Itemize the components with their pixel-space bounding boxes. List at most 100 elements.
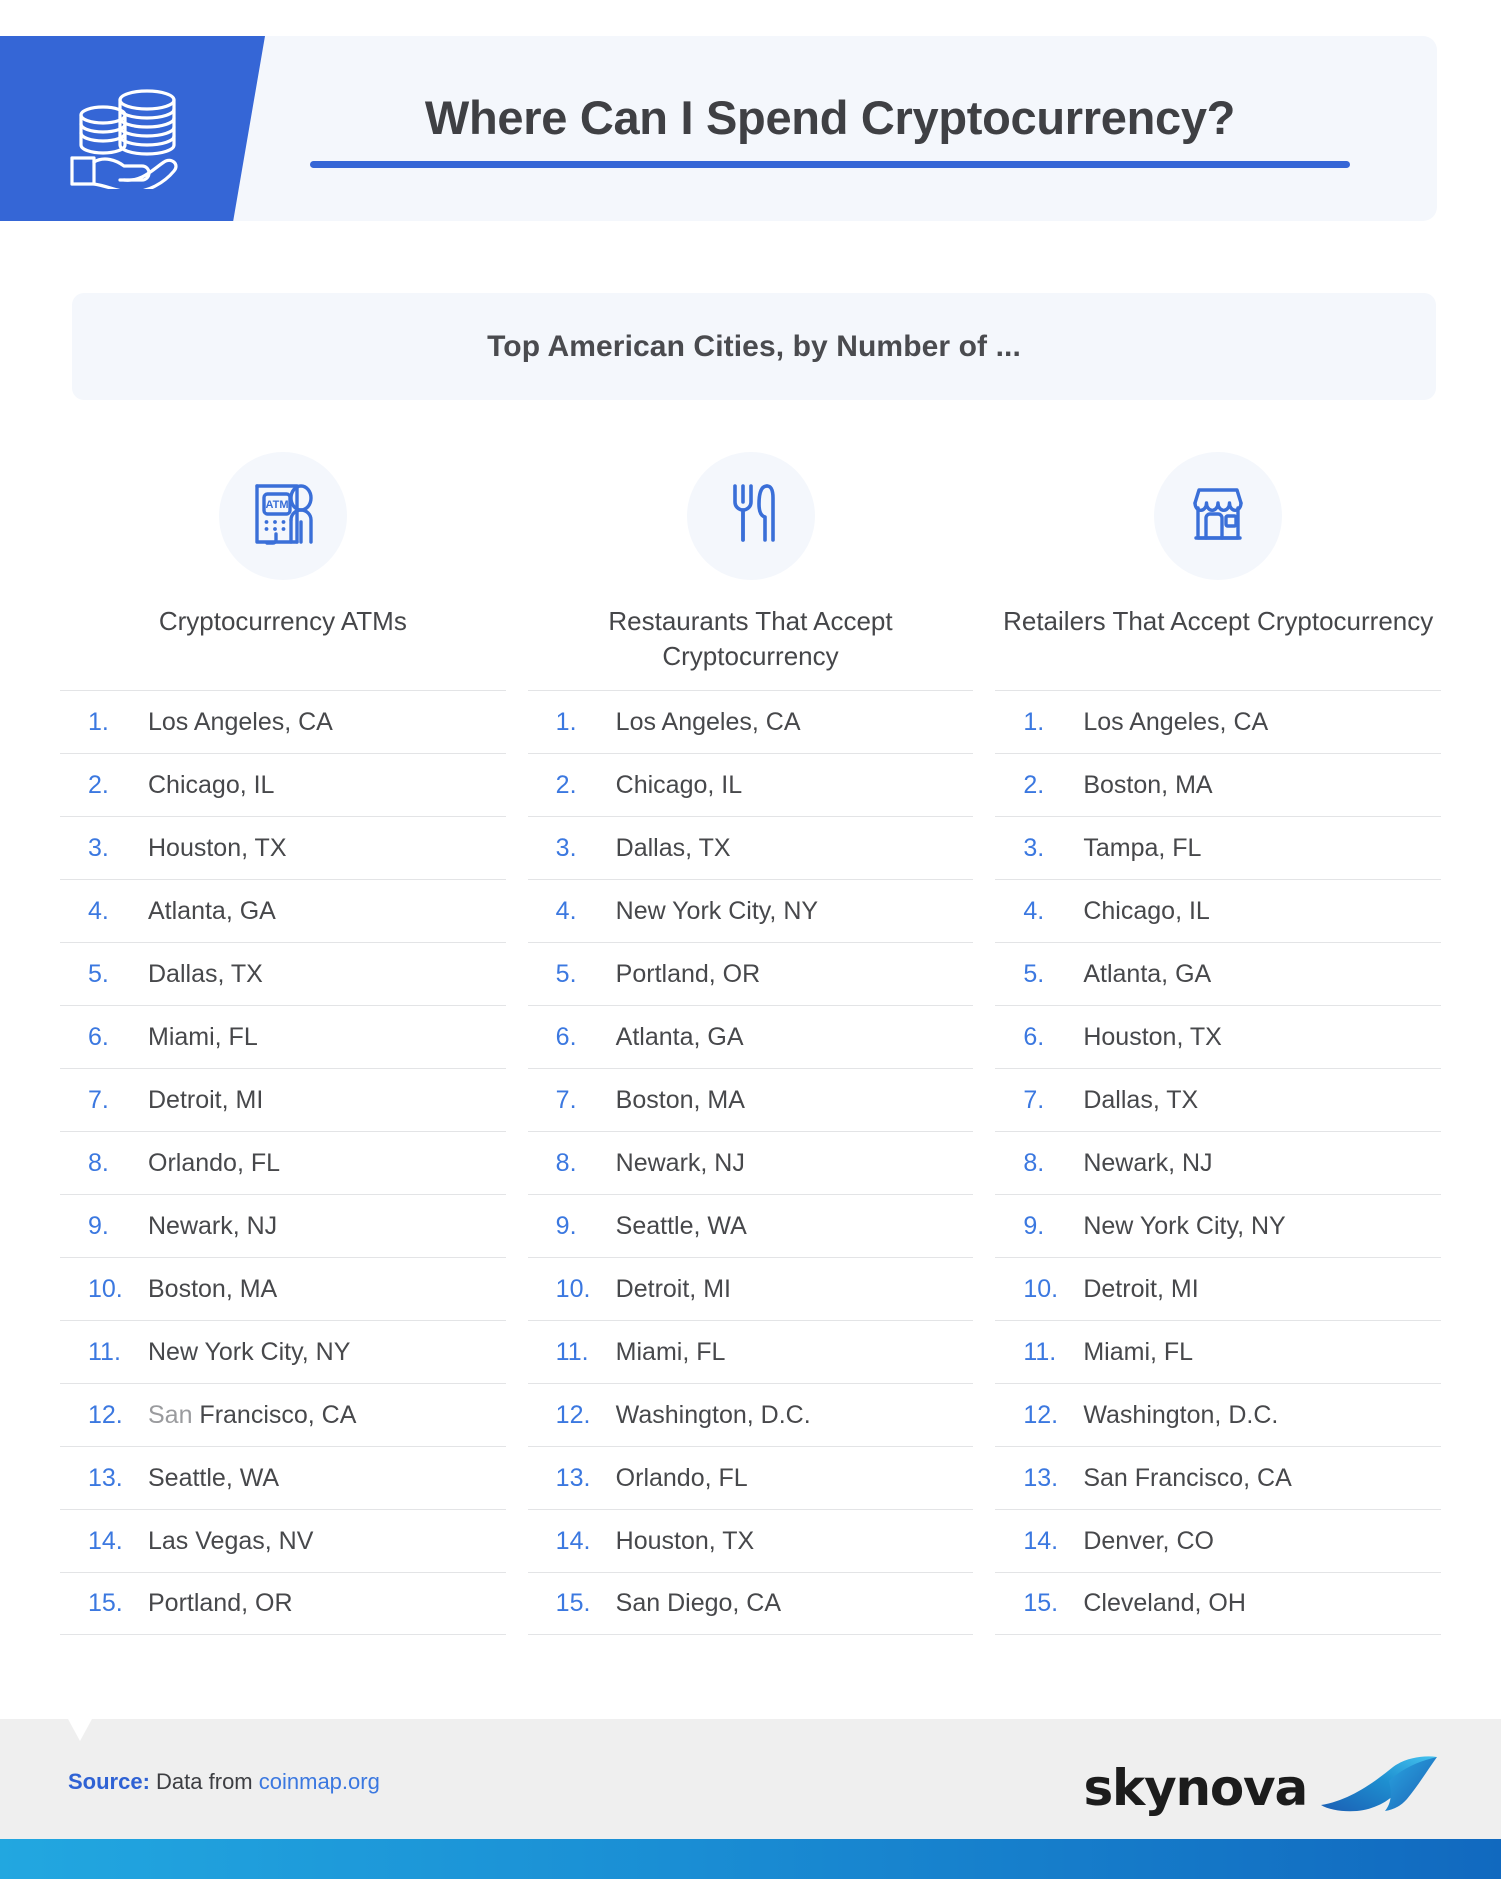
list-item: 4. Chicago, IL — [995, 879, 1442, 942]
list-item: 11. Miami, FL — [995, 1320, 1442, 1383]
column-heading: Restaurants That Accept Cryptocurrency — [608, 606, 893, 671]
city-name: Seattle, WA — [615, 1211, 747, 1240]
city-name: Boston, MA — [1083, 770, 1213, 799]
rank-number: 2. — [555, 770, 577, 799]
rank-number: 9. — [88, 1211, 109, 1240]
page-title: Where Can I Spend Cryptocurrency? — [424, 90, 1236, 144]
city-name: Orlando, FL — [148, 1148, 281, 1177]
rank-number: 14. — [555, 1526, 591, 1555]
list-item: 1. Los Angeles, CA — [527, 690, 974, 753]
list-item: 7. Dallas, TX — [995, 1068, 1442, 1131]
list-item: 1. Los Angeles, CA — [60, 690, 506, 753]
atm-machine-icon: ATM — [247, 478, 319, 555]
column-icon-badge — [686, 452, 815, 580]
list-item: 12. Washington, D.C. — [995, 1383, 1442, 1446]
city-name: Orlando, FL — [615, 1463, 748, 1492]
city-name: Dallas, TX — [1083, 1085, 1199, 1114]
list-item: 3. Houston, TX — [60, 816, 506, 879]
list-item: 9. Newark, NJ — [60, 1194, 506, 1257]
list-item: 7. Boston, MA — [527, 1068, 974, 1131]
rank-number: 12. — [88, 1400, 123, 1429]
list-item: 4. New York City, NY — [527, 879, 974, 942]
city-name: Newark, NJ — [1083, 1148, 1213, 1177]
svg-text:ATM: ATM — [265, 499, 288, 511]
city-name: New York City, NY — [615, 896, 819, 925]
rank-number: 5. — [88, 959, 109, 988]
city-name: Seattle, WA — [148, 1463, 280, 1492]
list-item: 5. Portland, OR — [527, 942, 974, 1005]
list-item: 8. Newark, NJ — [995, 1131, 1442, 1194]
city-name: Atlanta, GA — [615, 1022, 744, 1051]
rank-number: 1. — [1023, 707, 1045, 736]
column-cryptocurrency-atms: ATM Cryptocurrency ATMs 1. Los Angeles, … — [60, 452, 506, 1635]
rank-number: 2. — [88, 770, 109, 799]
city-name: Chicago, IL — [148, 770, 275, 799]
infographic-page: Where Can I Spend Cryptocurrency? Top Am… — [0, 0, 1501, 1879]
city-name: Newark, NJ — [615, 1148, 745, 1177]
ranking-columns: ATM Cryptocurrency ATMs 1. Los Angeles, … — [60, 452, 1442, 1635]
list-item: 8. Orlando, FL — [60, 1131, 506, 1194]
header: Where Can I Spend Cryptocurrency? — [0, 36, 1437, 221]
list-item: 13. Seattle, WA — [60, 1446, 506, 1509]
rank-number: 6. — [555, 1022, 577, 1051]
rank-number: 13. — [555, 1463, 591, 1492]
wave-swoosh-icon — [1319, 1755, 1439, 1820]
rank-number: 2. — [1023, 770, 1045, 799]
column-heading: Retailers That Accept Cryptocurrency — [1003, 606, 1434, 636]
city-name: Tampa, FL — [1083, 833, 1202, 862]
list-item: 5. Atlanta, GA — [995, 942, 1442, 1005]
column-heading: Cryptocurrency ATMs — [158, 606, 407, 636]
city-name: Portland, OR — [615, 959, 761, 988]
city-name: Los Angeles, CA — [615, 707, 801, 736]
source-link[interactable]: coinmap.org — [259, 1769, 380, 1794]
rank-number: 10. — [1023, 1274, 1059, 1303]
list-item: 7. Detroit, MI — [60, 1068, 506, 1131]
rank-number: 7. — [555, 1085, 577, 1114]
rank-number: 5. — [1023, 959, 1045, 988]
rank-number: 14. — [88, 1526, 123, 1555]
rank-number: 14. — [1023, 1526, 1059, 1555]
ranking-list: 1. Los Angeles, CA 2. Chicago, IL 3. Dallas… — [527, 690, 974, 1635]
list-item: 10. Detroit, MI — [527, 1257, 974, 1320]
coins-in-hand-icon — [62, 84, 202, 194]
list-item: 14. Denver, CO — [995, 1509, 1442, 1572]
skynova-logo[interactable]: skynova — [1084, 1755, 1440, 1820]
city-name: Washington, D.C. — [1083, 1400, 1279, 1429]
city-name: Boston, MA — [615, 1085, 745, 1114]
list-item: 10. Boston, MA — [60, 1257, 506, 1320]
rank-number: 3. — [555, 833, 577, 862]
city-name: Newark, NJ — [148, 1211, 278, 1240]
rank-number: 7. — [1023, 1085, 1045, 1114]
rank-number: 8. — [1023, 1148, 1045, 1177]
rank-number: 1. — [88, 707, 109, 736]
city-name: Los Angeles, CA — [1083, 707, 1269, 736]
rank-number: 15. — [88, 1589, 123, 1617]
rank-number: 11. — [88, 1337, 121, 1366]
list-item: 9. Seattle, WA — [527, 1194, 974, 1257]
city-name: Boston, MA — [148, 1274, 278, 1303]
footer: Source: Data from coinmap.org skynova — [0, 1719, 1501, 1839]
city-name-partial: San — [148, 1400, 193, 1429]
rank-number: 8. — [555, 1148, 577, 1177]
city-name: Cleveland, OH — [1083, 1589, 1246, 1617]
source-attribution: Source: Data from coinmap.org — [68, 1769, 380, 1795]
rank-number: 12. — [555, 1400, 591, 1429]
list-item: 14. Las Vegas, NV — [60, 1509, 506, 1572]
list-item: 13. San Francisco, CA — [995, 1446, 1442, 1509]
city-name: Detroit, MI — [615, 1274, 731, 1303]
city-name: Detroit, MI — [148, 1085, 264, 1114]
rank-number: 13. — [88, 1463, 123, 1492]
city-name: New York City, NY — [148, 1337, 351, 1366]
rank-number: 9. — [1023, 1211, 1045, 1240]
list-item: 6. Atlanta, GA — [527, 1005, 974, 1068]
list-item: 8. Newark, NJ — [527, 1131, 974, 1194]
city-name: San Francisco, CA — [148, 1400, 357, 1429]
rank-number: 15. — [1023, 1589, 1059, 1617]
list-item: 4. Atlanta, GA — [60, 879, 506, 942]
fork-and-knife-icon — [715, 478, 787, 555]
title-underline — [310, 160, 1350, 168]
rank-number: 5. — [555, 959, 577, 988]
footer-notch — [68, 1719, 92, 1741]
rank-number: 1. — [555, 707, 577, 736]
column-icon-badge: ATM — [218, 452, 347, 580]
